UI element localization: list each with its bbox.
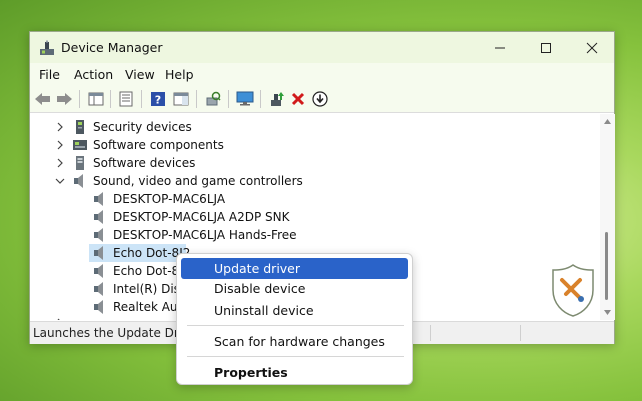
forward-arrow-icon bbox=[57, 93, 72, 105]
tree-device-label: DESKTOP-MAC6LJA bbox=[113, 192, 226, 206]
chevron-right-icon[interactable] bbox=[55, 158, 65, 168]
toolbar-separator bbox=[196, 90, 197, 108]
help-button[interactable]: ? bbox=[149, 90, 167, 108]
window-title: Device Manager bbox=[61, 40, 163, 55]
tree-category-security-devices[interactable]: Security devices bbox=[30, 118, 600, 136]
toolbar-separator bbox=[110, 90, 111, 108]
tree-device-label: Echo Dot-8J bbox=[113, 264, 183, 278]
context-menu-disable-device[interactable]: Disable device bbox=[181, 278, 408, 299]
chevron-down-icon[interactable] bbox=[55, 176, 65, 186]
tree-device-row[interactable]: DESKTOP-MAC6LJA Hands-Free bbox=[30, 226, 600, 244]
properties-icon bbox=[119, 91, 133, 107]
minimize-button[interactable] bbox=[477, 32, 523, 63]
context-menu-uninstall-device[interactable]: Uninstall device bbox=[181, 300, 408, 321]
troubleshooter-logo-icon bbox=[552, 264, 594, 317]
maximize-button[interactable] bbox=[523, 32, 569, 63]
context-menu-separator bbox=[187, 325, 404, 326]
device-manager-app-icon bbox=[40, 40, 54, 55]
tree-device-label: DESKTOP-MAC6LJA A2DP SNK bbox=[113, 210, 290, 224]
context-menu-item-label: Update driver bbox=[214, 261, 301, 276]
download-icon bbox=[312, 91, 328, 107]
show-hide-console-tree-button[interactable] bbox=[87, 90, 105, 108]
chevron-right-icon[interactable] bbox=[55, 318, 65, 320]
scan-hardware-icon bbox=[206, 91, 221, 106]
context-menu-item-label: Scan for hardware changes bbox=[214, 334, 385, 349]
toolbar-separator bbox=[260, 90, 261, 108]
scan-hardware-button[interactable] bbox=[204, 90, 222, 108]
status-divider bbox=[430, 325, 431, 341]
context-menu-item-label: Properties bbox=[214, 365, 288, 380]
toolbar-separator bbox=[79, 90, 80, 108]
forward-button[interactable] bbox=[55, 90, 73, 108]
context-menu-item-label: Uninstall device bbox=[214, 303, 314, 318]
action-pane-button[interactable] bbox=[172, 90, 190, 108]
show-hide-console-tree-icon bbox=[88, 92, 104, 106]
menu-view[interactable]: View bbox=[125, 67, 155, 82]
toolbar: ? bbox=[30, 85, 614, 113]
update-driver-button[interactable] bbox=[268, 90, 286, 108]
security-device-icon bbox=[76, 120, 84, 134]
speaker-icon bbox=[94, 282, 103, 296]
toolbar-separator bbox=[228, 90, 229, 108]
chevron-right-icon[interactable] bbox=[55, 140, 65, 150]
context-menu-update-driver[interactable]: Update driver bbox=[181, 258, 408, 279]
tree-category-label: Security devices bbox=[93, 120, 192, 134]
tree-device-row[interactable]: DESKTOP-MAC6LJA A2DP SNK bbox=[30, 208, 600, 226]
uninstall-device-icon bbox=[291, 92, 305, 106]
close-button[interactable] bbox=[569, 32, 615, 63]
speaker-icon bbox=[94, 246, 103, 260]
software-component-icon bbox=[73, 140, 87, 150]
context-menu-properties[interactable]: Properties bbox=[181, 362, 408, 383]
menu-action[interactable]: Action bbox=[74, 67, 113, 82]
tree-category-software-devices[interactable]: Software devices bbox=[30, 154, 600, 172]
speaker-icon bbox=[74, 174, 83, 188]
uninstall-device-button[interactable] bbox=[289, 90, 307, 108]
back-button[interactable] bbox=[34, 90, 52, 108]
software-device-icon bbox=[76, 156, 84, 170]
update-driver-icon bbox=[271, 92, 284, 106]
speaker-icon bbox=[94, 228, 103, 242]
vertical-scrollbar[interactable] bbox=[600, 114, 615, 320]
speaker-icon bbox=[94, 210, 103, 224]
speaker-icon bbox=[94, 300, 103, 314]
chevron-right-icon[interactable] bbox=[55, 122, 65, 132]
tree-category-sound-video-game-controllers[interactable]: Sound, video and game controllers bbox=[30, 172, 600, 190]
context-menu-separator bbox=[187, 356, 404, 357]
context-menu-item-label: Disable device bbox=[214, 281, 306, 296]
tree-category-label: Software components bbox=[93, 138, 224, 152]
back-arrow-icon bbox=[35, 93, 50, 105]
tree-device-row[interactable]: DESKTOP-MAC6LJA bbox=[30, 190, 600, 208]
status-divider bbox=[520, 325, 521, 341]
svg-text:?: ? bbox=[155, 94, 161, 107]
tree-device-label: Realtek Aud bbox=[113, 300, 186, 314]
menu-bar: File Action View Help bbox=[30, 63, 614, 85]
tree-category-software-components[interactable]: Software components bbox=[30, 136, 600, 154]
scroll-up-arrow-icon[interactable] bbox=[603, 118, 612, 125]
tree-device-label: DESKTOP-MAC6LJA Hands-Free bbox=[113, 228, 297, 242]
maximize-icon bbox=[541, 42, 551, 53]
close-icon bbox=[586, 42, 598, 53]
download-button[interactable] bbox=[311, 90, 329, 108]
help-icon: ? bbox=[151, 92, 165, 107]
action-pane-icon bbox=[173, 92, 189, 106]
tree-category-label: Sound, video and game controllers bbox=[93, 174, 303, 188]
minimize-icon bbox=[495, 47, 505, 48]
toolbar-separator bbox=[141, 90, 142, 108]
scrollbar-thumb[interactable] bbox=[605, 232, 608, 300]
monitor-button[interactable] bbox=[236, 90, 254, 108]
title-bar[interactable]: Device Manager bbox=[30, 32, 614, 63]
tree-category-label: Software devices bbox=[93, 156, 196, 170]
context-menu: Update driver Disable device Uninstall d… bbox=[176, 253, 413, 385]
speaker-icon bbox=[94, 264, 103, 278]
speaker-icon bbox=[94, 192, 103, 206]
monitor-icon bbox=[236, 91, 254, 106]
menu-help[interactable]: Help bbox=[165, 67, 194, 82]
menu-file[interactable]: File bbox=[39, 67, 60, 82]
context-menu-scan-hardware[interactable]: Scan for hardware changes bbox=[181, 331, 408, 352]
scroll-down-arrow-icon[interactable] bbox=[603, 309, 612, 316]
properties-button[interactable] bbox=[117, 90, 135, 108]
